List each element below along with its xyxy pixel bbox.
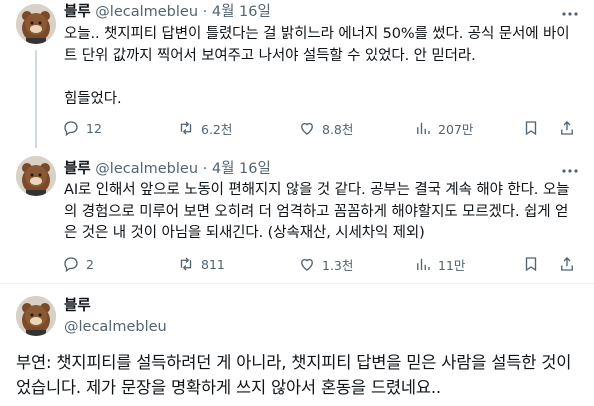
thread-line (35, 50, 37, 148)
share-button[interactable] (558, 254, 576, 274)
retweet-count: 811 (201, 256, 225, 272)
tweet-1[interactable]: 블루 @lecalmebleu · 4월 16일 오늘.. 챗지피티 답변이 틀… (0, 0, 594, 148)
retweet-button[interactable]: 6.2천 (177, 118, 232, 138)
like-count: 1.3천 (322, 257, 354, 273)
more-horizontal-icon[interactable] (560, 4, 580, 24)
tweet-actions: 12 6.2천 8.8천 207만 (62, 118, 582, 138)
views-button[interactable]: 207만 (414, 118, 473, 138)
bookmark-icon (525, 257, 537, 272)
tweet-header: 블루 @lecalmebleu · 4월 16일 (64, 2, 271, 22)
heart-icon (301, 122, 313, 135)
bookmark-icon (525, 121, 537, 136)
reply-count: 2 (86, 256, 94, 272)
retweet-icon (180, 121, 192, 135)
avatar[interactable] (16, 156, 56, 196)
text-line: AI로 인해서 앞으로 노동이 편해지지 않을 것 같다. 공부는 결국 계속 … (64, 182, 570, 198)
share-button[interactable] (558, 118, 576, 138)
separator-dot: · (202, 4, 208, 20)
tweet-2[interactable]: 블루 @lecalmebleu · 4월 16일 AI로 인해서 앞으로 노동이… (0, 152, 594, 282)
author-handle[interactable]: @lecalmebleu (95, 4, 198, 20)
separator-dot: · (202, 161, 208, 177)
retweet-button[interactable]: 811 (177, 254, 225, 274)
avatar[interactable] (16, 4, 56, 44)
tweet-date[interactable]: 4월 16일 (212, 4, 271, 20)
bookmark-button[interactable] (522, 118, 540, 138)
views-count: 207만 (438, 121, 474, 137)
views-icon (417, 258, 430, 270)
like-count: 8.8천 (322, 121, 354, 137)
views-icon (417, 122, 430, 134)
reply-button[interactable]: 12 (62, 118, 102, 138)
retweet-icon (180, 257, 192, 271)
text-line: 의 경험으로 미루어 보면 오히려 더 엄격하고 꼼꼼하게 해야할지도 모르겠다… (64, 203, 569, 220)
text-line: 트 단위 값까지 찍어서 보여주고 나서야 설득할 수 있었다. 안 믿더라. (64, 47, 476, 64)
text-line: 오늘.. 챗지피티 답변이 틀렸다는 걸 밝히느라 에너지 50%를 썼다. 공… (64, 26, 570, 42)
tweet-actions: 2 811 1.3천 11만 (62, 254, 582, 274)
reply-icon (64, 121, 78, 137)
author-name[interactable]: 블루 (64, 161, 91, 177)
text-line: 부연: 챗지피티를 설득하려던 게 아니라, 챗지피티 답변을 믿은 사람을 설… (16, 353, 572, 372)
text-line: 은 것은 내 것이 아님을 되새긴다. (상속재산, 시세차익 제외) (64, 225, 425, 241)
share-icon (561, 257, 573, 271)
tweet-text: AI로 인해서 앞으로 노동이 편해지지 않을 것 같다. 공부는 결국 계속 … (64, 180, 578, 245)
author-name[interactable]: 블루 (64, 296, 91, 316)
reply-icon (64, 257, 78, 273)
avatar[interactable] (16, 296, 56, 336)
reply-button[interactable]: 2 (62, 254, 94, 274)
more-horizontal-icon[interactable] (560, 161, 580, 181)
author-handle[interactable]: @lecalmebleu (95, 161, 198, 177)
tweet-text: 오늘.. 챗지피티 답변이 틀렸다는 걸 밝히느라 에너지 50%를 썼다. 공… (64, 24, 578, 110)
author-handle[interactable]: @lecalmebleu (64, 317, 167, 337)
heart-icon (301, 258, 313, 271)
reply-count: 12 (86, 120, 102, 136)
bookmark-button[interactable] (522, 254, 540, 274)
views-count: 11만 (438, 257, 466, 273)
views-button[interactable]: 11만 (414, 254, 465, 274)
text-line: 었습니다. 제가 문장을 명확하게 쓰지 않아서 혼동을 드렸네요.. (16, 378, 441, 397)
share-icon (561, 121, 573, 135)
text-line (64, 67, 578, 89)
retweet-count: 6.2천 (201, 121, 233, 137)
like-button[interactable]: 8.8천 (298, 118, 353, 138)
tweet-text: 부연: 챗지피티를 설득하려던 게 아니라, 챗지피티 답변을 믿은 사람을 설… (16, 350, 586, 400)
text-line: 힘들었다. (64, 90, 122, 107)
main-tweet: 블루 @lecalmebleu 부연: 챗지피티를 설득하려던 게 아니라, 챗… (0, 284, 594, 406)
like-button[interactable]: 1.3천 (298, 254, 353, 274)
tweet-date[interactable]: 4월 16일 (212, 161, 271, 177)
tweet-header: 블루 @lecalmebleu · 4월 16일 (64, 159, 271, 179)
author-name[interactable]: 블루 (64, 4, 91, 20)
